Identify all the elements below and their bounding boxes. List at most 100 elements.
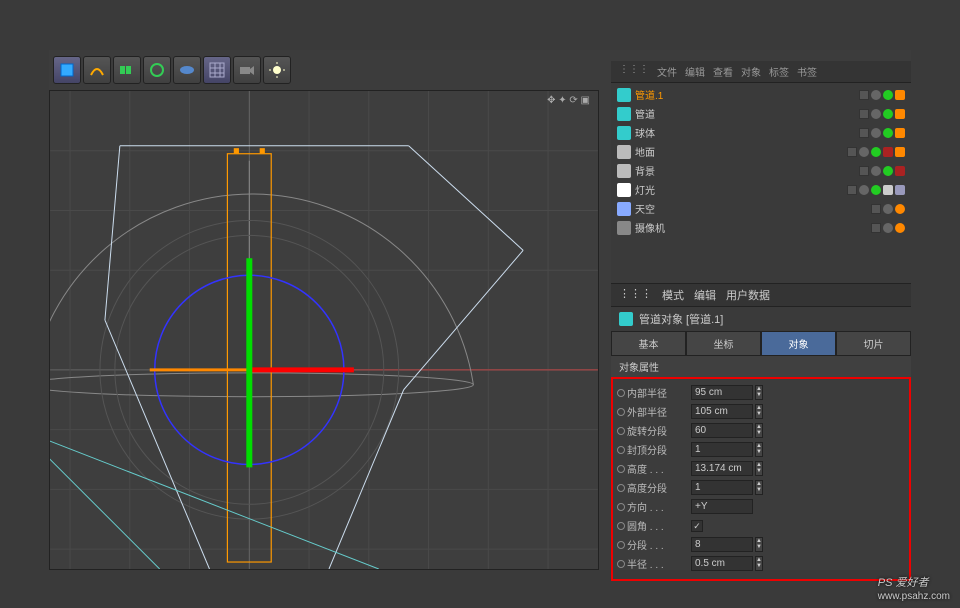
tool-cube[interactable]	[53, 56, 81, 84]
object-flags[interactable]	[847, 147, 905, 157]
layer-flag[interactable]	[847, 147, 857, 157]
object-flags[interactable]	[871, 204, 905, 214]
tag-icon[interactable]	[895, 147, 905, 157]
spinner-icon[interactable]: ▲▼	[755, 461, 763, 476]
menu-view[interactable]: 查看	[713, 64, 733, 79]
menu-mode[interactable]: 模式	[662, 287, 684, 303]
tag-icon[interactable]	[895, 128, 905, 138]
tag-icon[interactable]	[883, 147, 893, 157]
property-value[interactable]: 1	[691, 480, 753, 495]
visibility-dot[interactable]	[871, 109, 881, 119]
tag-icon[interactable]	[895, 185, 905, 195]
object-row[interactable]: 管道	[611, 104, 911, 123]
menu-userdata[interactable]: 用户数据	[726, 287, 770, 303]
tab-切片[interactable]: 切片	[836, 331, 911, 356]
visibility-dot[interactable]	[871, 166, 881, 176]
object-name[interactable]: 球体	[635, 125, 855, 140]
object-flags[interactable]	[859, 109, 905, 119]
object-row[interactable]: 背景	[611, 161, 911, 180]
visibility-dot[interactable]	[859, 147, 869, 157]
layer-flag[interactable]	[859, 166, 869, 176]
object-flags[interactable]	[859, 90, 905, 100]
visibility-dot[interactable]	[883, 128, 893, 138]
visibility-dot[interactable]	[895, 204, 905, 214]
property-value[interactable]: +Y	[691, 499, 753, 514]
object-name[interactable]: 灯光	[635, 182, 843, 197]
property-value[interactable]: 13.174 cm	[691, 461, 753, 476]
object-row[interactable]: 灯光	[611, 180, 911, 199]
object-row[interactable]: 天空	[611, 199, 911, 218]
object-flags[interactable]	[871, 223, 905, 233]
spinner-icon[interactable]: ▲▼	[755, 480, 763, 495]
menu-objects[interactable]: 对象	[741, 64, 761, 79]
layer-flag[interactable]	[859, 109, 869, 119]
layer-flag[interactable]	[871, 223, 881, 233]
menu-file[interactable]: 文件	[657, 64, 677, 79]
property-value[interactable]: 0.5 cm	[691, 556, 753, 571]
tool-light[interactable]	[263, 56, 291, 84]
visibility-dot[interactable]	[883, 109, 893, 119]
visibility-dot[interactable]	[871, 128, 881, 138]
object-name[interactable]: 管道	[635, 106, 855, 121]
object-row[interactable]: 球体	[611, 123, 911, 142]
object-flags[interactable]	[847, 185, 905, 195]
menu-edit2[interactable]: 编辑	[694, 287, 716, 303]
property-checkbox[interactable]: ✓	[691, 520, 703, 532]
property-value[interactable]: 8	[691, 537, 753, 552]
tag-icon[interactable]	[883, 185, 893, 195]
visibility-dot[interactable]	[895, 223, 905, 233]
spinner-icon[interactable]: ▲▼	[755, 537, 763, 552]
tool-plane[interactable]	[173, 56, 201, 84]
viewport-3d[interactable]: ✥ ✦ ⟳ ▣	[49, 90, 599, 570]
object-list[interactable]: 管道.1 管道球体地面背景灯光天空摄像机	[611, 83, 911, 283]
property-value[interactable]: 1	[691, 442, 753, 457]
object-row[interactable]: 摄像机	[611, 218, 911, 237]
property-value[interactable]: 105 cm	[691, 404, 753, 419]
tool-floor[interactable]	[203, 56, 231, 84]
gizmo-move[interactable]	[150, 258, 354, 467]
object-name[interactable]: 地面	[635, 144, 843, 159]
object-name[interactable]: 天空	[635, 201, 867, 216]
object-name[interactable]: 摄像机	[635, 220, 867, 235]
tool-camera[interactable]	[233, 56, 261, 84]
tab-对象[interactable]: 对象	[761, 331, 836, 356]
spinner-icon[interactable]: ▲▼	[755, 423, 763, 438]
layer-flag[interactable]	[859, 90, 869, 100]
property-value[interactable]: 60	[691, 423, 753, 438]
tag-icon[interactable]	[895, 109, 905, 119]
spinner-icon[interactable]: ▲▼	[755, 556, 763, 571]
visibility-dot[interactable]	[871, 147, 881, 157]
property-value[interactable]: 95 cm	[691, 385, 753, 400]
tool-deformer[interactable]	[143, 56, 171, 84]
layer-flag[interactable]	[871, 204, 881, 214]
object-manager-menu[interactable]: ⋮⋮⋮ 文件 编辑 查看 对象 标签 书签	[611, 61, 911, 83]
object-name[interactable]: 背景	[635, 163, 855, 178]
menu-edit[interactable]: 编辑	[685, 64, 705, 79]
tool-array[interactable]	[113, 56, 141, 84]
spinner-icon[interactable]: ▲▼	[755, 385, 763, 400]
visibility-dot[interactable]	[871, 185, 881, 195]
spinner-icon[interactable]: ▲▼	[755, 404, 763, 419]
attribute-manager-menu[interactable]: ⋮⋮⋮ 模式 编辑 用户数据	[611, 283, 911, 307]
visibility-dot[interactable]	[883, 204, 893, 214]
layer-flag[interactable]	[847, 185, 857, 195]
layer-flag[interactable]	[859, 128, 869, 138]
tab-坐标[interactable]: 坐标	[686, 331, 761, 356]
object-row[interactable]: 地面	[611, 142, 911, 161]
object-name[interactable]: 管道.1	[635, 87, 855, 102]
visibility-dot[interactable]	[883, 223, 893, 233]
visibility-dot[interactable]	[871, 90, 881, 100]
tag-icon[interactable]	[895, 90, 905, 100]
spinner-icon[interactable]: ▲▼	[755, 442, 763, 457]
object-flags[interactable]	[859, 166, 905, 176]
tag-icon[interactable]	[895, 166, 905, 176]
object-flags[interactable]	[859, 128, 905, 138]
menu-tags[interactable]: 标签	[769, 64, 789, 79]
visibility-dot[interactable]	[883, 166, 893, 176]
viewport-nav-icons[interactable]: ✥ ✦ ⟳ ▣	[547, 95, 590, 106]
object-row[interactable]: 管道.1	[611, 85, 911, 104]
tool-spline[interactable]	[83, 56, 111, 84]
tab-基本[interactable]: 基本	[611, 331, 686, 356]
visibility-dot[interactable]	[883, 90, 893, 100]
visibility-dot[interactable]	[859, 185, 869, 195]
